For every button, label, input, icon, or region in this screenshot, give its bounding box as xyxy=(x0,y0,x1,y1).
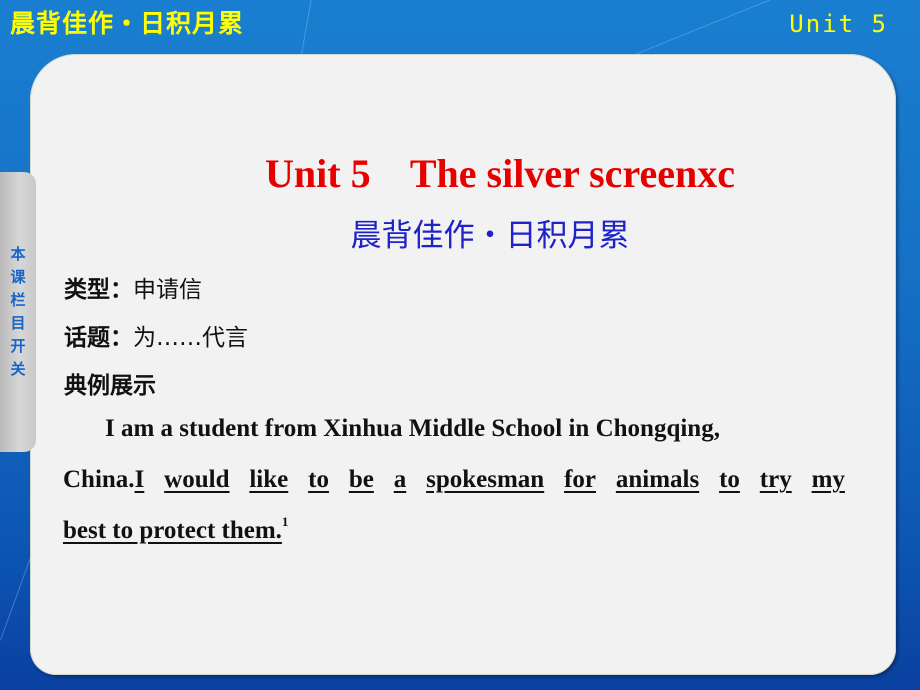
slide-title-english: Unit 5 The silver screenxc xyxy=(265,151,735,196)
toggle-char: 开 xyxy=(10,337,26,355)
meta-topic: 话题：为……代言 xyxy=(64,318,248,352)
section-title: 晨背佳作・日积月累 xyxy=(10,9,245,38)
meta-type-label: 类型： xyxy=(64,277,133,303)
slide-subtitle-chinese: 晨背佳作・日积月累 xyxy=(350,218,630,254)
underlined-word: try xyxy=(759,466,792,493)
underlined-word: be xyxy=(348,466,374,493)
underlined-word: animals xyxy=(615,466,700,493)
underlined-word: spokesman xyxy=(426,466,545,493)
meta-example-label: 典例展示 xyxy=(64,373,156,399)
underlined-word: a xyxy=(393,466,407,493)
essay-line-2: China.I would like to be a spokesman for… xyxy=(63,466,845,494)
underlined-word: to xyxy=(308,466,329,493)
essay-plain-text: China.I xyxy=(63,466,144,494)
meta-example: 典例展示 xyxy=(64,366,156,400)
underlined-word: like xyxy=(249,466,289,493)
essay-line-1: I am a student from Xinhua Middle School… xyxy=(105,415,720,442)
meta-topic-value: 为……代言 xyxy=(133,325,248,351)
meta-type-value: 申请信 xyxy=(133,277,202,303)
background-streak xyxy=(300,0,357,61)
underlined-sentence-end: best to protect them. xyxy=(63,517,282,544)
toggle-char: 课 xyxy=(10,268,26,286)
meta-type: 类型：申请信 xyxy=(64,270,202,304)
unit-label: Unit 5 xyxy=(789,10,888,38)
underlined-word: to xyxy=(719,466,740,493)
toggle-char: 目 xyxy=(10,314,26,332)
toggle-char: 关 xyxy=(10,360,26,378)
footnote-marker: 1 xyxy=(281,514,289,529)
essay-line-3: best to protect them.1 xyxy=(63,514,845,545)
meta-topic-label: 话题： xyxy=(64,325,133,351)
underlined-word: would xyxy=(164,466,230,493)
essay-plain-word: China. xyxy=(63,466,135,493)
underlined-word: I xyxy=(134,466,145,493)
underlined-word: my xyxy=(811,466,845,493)
toggle-char: 栏 xyxy=(10,291,26,309)
content-panel xyxy=(30,54,896,675)
underlined-word: for xyxy=(564,466,596,493)
